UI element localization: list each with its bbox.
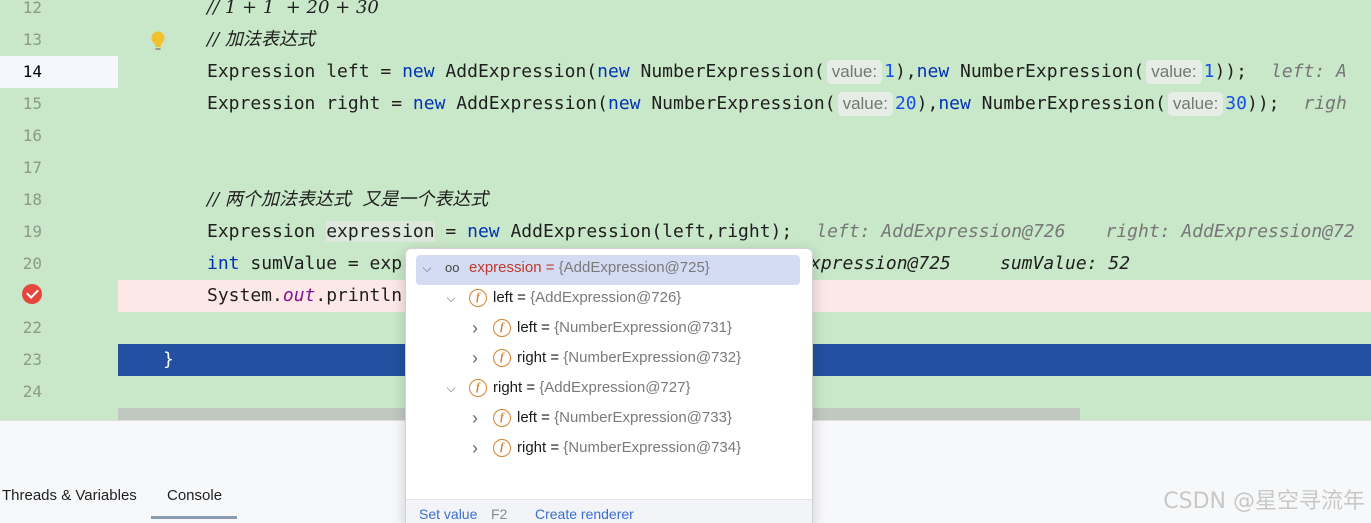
chevron-down-icon[interactable]: ⌵: [420, 253, 434, 283]
tree-row-label: left = {NumberExpression@731}: [517, 319, 732, 336]
comment: // 加法表达式: [207, 29, 315, 50]
line-number: 13: [22, 30, 42, 49]
active-tab-indicator: [151, 516, 237, 519]
tree-row-expression[interactable]: ⌵ oo expression = {AddExpression@725}: [406, 253, 812, 285]
set-value-link[interactable]: Set value: [419, 506, 477, 522]
inline-value: right: AddExpression@72: [1105, 221, 1355, 242]
code-line-18[interactable]: 18 // 两个加法表达式 又是一个表达式: [0, 184, 1371, 216]
code-text: System.out.println: [207, 285, 403, 306]
tab-console[interactable]: Console: [167, 487, 222, 504]
tree-row-left-left[interactable]: › f left = {NumberExpression@731}: [406, 313, 812, 343]
code-line-15[interactable]: 15 Expression right = new AddExpression(…: [0, 88, 1371, 120]
line-number: 24: [22, 382, 42, 401]
line-number: 22: [22, 318, 42, 337]
param-hint: value:: [837, 92, 893, 116]
chevron-down-icon[interactable]: ⌵: [444, 283, 458, 313]
tree-row-label: right = {NumberExpression@734}: [517, 439, 742, 456]
inline-value: xpression@725: [810, 253, 951, 274]
chevron-right-icon[interactable]: ›: [468, 433, 482, 463]
line-number: 16: [22, 126, 42, 145]
breakpoint-icon[interactable]: [22, 284, 42, 304]
code-line-16[interactable]: 16: [0, 120, 1371, 152]
create-renderer-link[interactable]: Create renderer: [535, 506, 634, 522]
line-number: 17: [22, 158, 42, 177]
code-line-12[interactable]: 12 // 1 + 1 + 20 + 30: [0, 0, 1371, 24]
tree-row-label: expression = {AddExpression@725}: [469, 259, 710, 276]
inline-value: righ: [1303, 93, 1347, 114]
code-text: }: [163, 349, 174, 370]
inline-value: left: AddExpression@726: [816, 221, 1066, 242]
field-icon: f: [493, 319, 511, 337]
line-number: 14: [22, 62, 42, 81]
watch-glasses-icon: oo: [445, 260, 460, 275]
line-number: 23: [22, 350, 42, 369]
line-number: 20: [22, 254, 42, 273]
shortcut-hint: F2: [491, 506, 508, 522]
inline-value: sumValue: 52: [1000, 253, 1131, 274]
field-icon: f: [469, 289, 487, 307]
tree-row-right-right[interactable]: › f right = {NumberExpression@734}: [406, 433, 812, 463]
code-line-14[interactable]: 14 Expression left = new AddExpression(n…: [0, 56, 1371, 88]
code-text: Expression left = new AddExpression(new …: [207, 60, 1347, 84]
code-text: int sumValue = exp: [207, 253, 403, 274]
lightbulb-icon[interactable]: [150, 30, 166, 52]
tree-row-right[interactable]: ⌵ f right = {AddExpression@727}: [406, 373, 812, 403]
chevron-down-icon[interactable]: ⌵: [444, 373, 458, 403]
comment: // 1 + 1 + 20 + 30: [207, 0, 379, 18]
param-hint: value:: [826, 60, 883, 84]
line-number: 12: [22, 0, 42, 17]
chevron-right-icon[interactable]: ›: [468, 403, 482, 433]
comment: // 两个加法表达式 又是一个表达式: [207, 189, 489, 210]
hovered-identifier: expression: [326, 221, 435, 242]
code-line-17[interactable]: 17: [0, 152, 1371, 184]
param-hint: value:: [1146, 60, 1202, 84]
tree-row-right-left[interactable]: › f left = {NumberExpression@733}: [406, 403, 812, 433]
code-text: Expression right = new AddExpression(new…: [207, 92, 1347, 116]
tree-row-label: right = {NumberExpression@732}: [517, 349, 742, 366]
field-icon: f: [469, 379, 487, 397]
field-icon: f: [493, 409, 511, 427]
watermark: CSDN @星空寻流年: [1163, 489, 1365, 514]
tree-row-left-right[interactable]: › f right = {NumberExpression@732}: [406, 343, 812, 373]
field-icon: f: [493, 439, 511, 457]
param-hint: value:: [1167, 92, 1224, 116]
debug-value-popup[interactable]: ⌵ oo expression = {AddExpression@725} ⌵ …: [405, 248, 813, 523]
chevron-right-icon[interactable]: ›: [468, 313, 482, 343]
chevron-right-icon[interactable]: ›: [468, 343, 482, 373]
line-number: 15: [22, 94, 42, 113]
code-text: Expression expression = new AddExpressio…: [207, 221, 1355, 242]
tab-threads-variables[interactable]: Threads & Variables: [2, 487, 137, 504]
code-line-19[interactable]: 19 Expression expression = new AddExpres…: [0, 216, 1371, 248]
inline-value: left: A: [1270, 61, 1347, 82]
field-icon: f: [493, 349, 511, 367]
tree-row-label: left = {AddExpression@726}: [493, 289, 682, 306]
line-number: 18: [22, 190, 42, 209]
code-line-13[interactable]: 13 // 加法表达式: [0, 24, 1371, 56]
line-number: 19: [22, 222, 42, 241]
popup-footer: Set value F2 Create renderer: [406, 499, 812, 523]
tree-row-label: right = {AddExpression@727}: [493, 379, 691, 396]
tree-row-label: left = {NumberExpression@733}: [517, 409, 732, 426]
tree-row-left[interactable]: ⌵ f left = {AddExpression@726}: [406, 283, 812, 313]
